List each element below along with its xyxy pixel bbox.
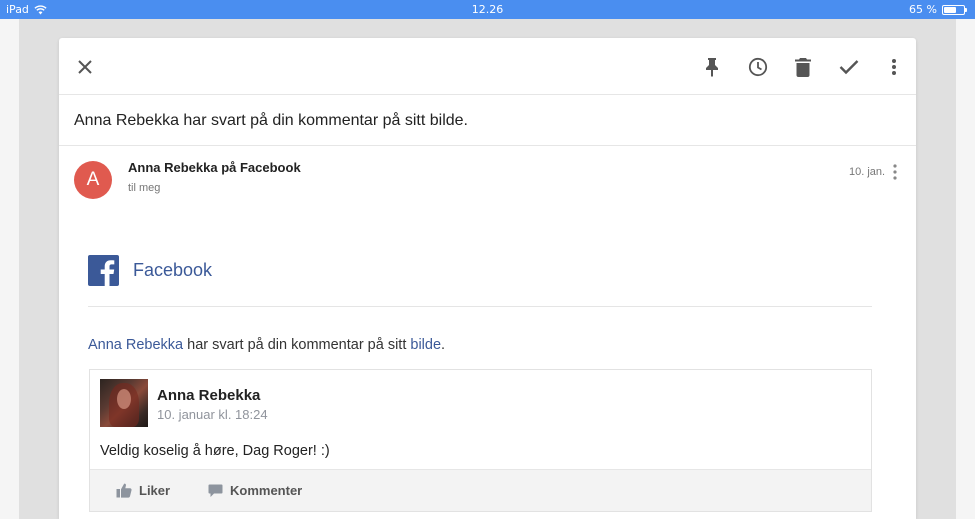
done-button[interactable] (837, 55, 861, 79)
battery-icon (942, 4, 967, 15)
more-icon (892, 59, 896, 75)
battery-percent: 65 % (909, 3, 937, 16)
snooze-button[interactable] (746, 55, 770, 79)
close-icon (78, 60, 92, 74)
comment-author-name[interactable]: Anna Rebekka (157, 387, 260, 404)
comment-author-photo[interactable] (100, 379, 148, 427)
notification-end: . (441, 337, 446, 353)
comment-actions: Liker Kommenter (90, 469, 871, 511)
subject-row: Anna Rebekka har svart på din kommentar … (59, 95, 916, 146)
message-date: 10. jan. (849, 166, 886, 178)
comment-timestamp: 10. januar kl. 18:24 (157, 407, 268, 422)
delete-icon (795, 57, 811, 77)
status-bar-right: 65 % (909, 3, 967, 16)
divider (88, 306, 872, 307)
email-subject: Anna Rebekka har svart på din kommentar … (74, 112, 468, 129)
facebook-f-icon (100, 260, 115, 286)
pin-button[interactable] (700, 55, 724, 79)
facebook-brand-link[interactable]: Facebook (133, 260, 212, 281)
delete-button[interactable] (791, 55, 815, 79)
sender-avatar[interactable]: A (74, 161, 112, 199)
photo-link[interactable]: bilde (410, 337, 441, 353)
left-margin (0, 19, 19, 519)
more-options-button[interactable] (882, 55, 906, 79)
like-button[interactable]: Liker (116, 483, 170, 498)
recipient-label[interactable]: til meg (128, 182, 160, 194)
comment-label: Kommenter (230, 483, 303, 498)
notification-text: Anna Rebekka har svart på din kommentar … (88, 337, 445, 353)
comment-text: Veldig koselig å høre, Dag Roger! :) (100, 443, 330, 459)
pin-icon (706, 58, 718, 77)
close-button[interactable] (73, 55, 97, 79)
sender-name[interactable]: Anna Rebekka på Facebook (128, 160, 301, 175)
thumbs-up-icon (116, 483, 132, 498)
facebook-logo-icon[interactable] (88, 255, 119, 286)
comment-card: Anna Rebekka 10. januar kl. 18:24 Veldig… (89, 369, 872, 512)
comment-button[interactable]: Kommenter (208, 483, 302, 498)
message-more-button[interactable] (889, 163, 901, 181)
notification-middle: har svart på din kommentar på sitt (183, 337, 411, 353)
snooze-icon (748, 57, 768, 77)
email-card: Anna Rebekka har svart på din kommentar … (59, 38, 916, 519)
right-margin (956, 19, 975, 519)
speech-bubble-icon (208, 484, 223, 497)
status-bar-time: 12.26 (471, 3, 504, 16)
done-icon (839, 60, 859, 75)
more-vertical-icon (893, 164, 897, 180)
like-label: Liker (139, 483, 171, 498)
battery-level (944, 6, 957, 13)
email-toolbar (59, 38, 916, 95)
author-link[interactable]: Anna Rebekka (88, 337, 183, 353)
status-bar: iPad 12.26 65 % (0, 0, 975, 19)
